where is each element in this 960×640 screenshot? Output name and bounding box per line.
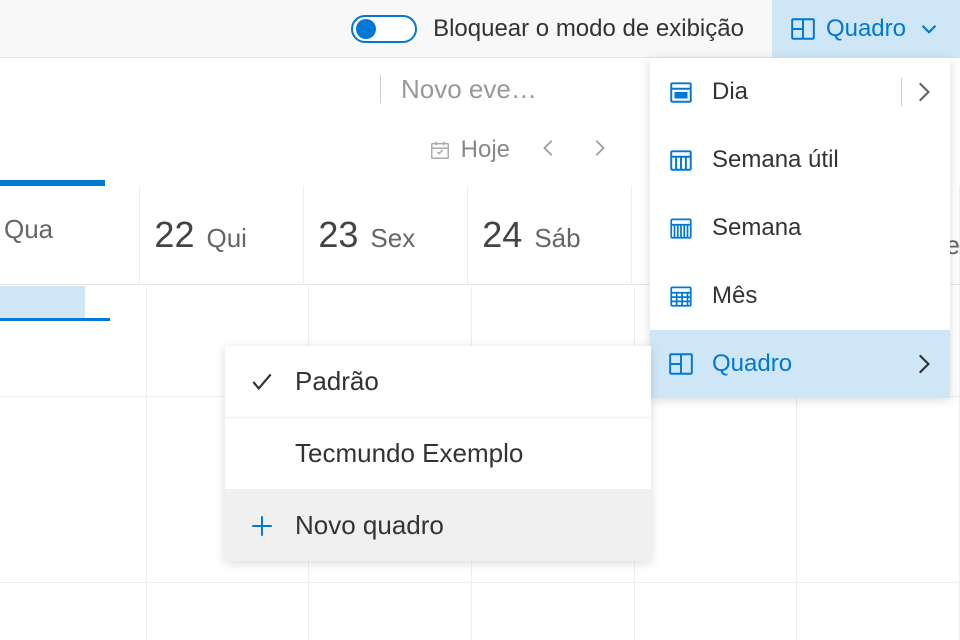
row-line — [635, 582, 797, 583]
submenu-item-example[interactable]: Tecmundo Exemplo — [225, 418, 651, 490]
chevron-down-icon — [916, 16, 942, 42]
today-button[interactable]: Hoje — [429, 136, 510, 164]
day-name: Sex — [370, 223, 415, 254]
plus-icon — [249, 513, 275, 539]
spacer — [249, 441, 275, 467]
view-item-label: Dia — [712, 78, 748, 106]
chevron-right-icon — [910, 351, 936, 377]
arrow-right-icon — [588, 137, 610, 159]
day-name: Qui — [206, 223, 246, 254]
day-num: 22 — [154, 214, 194, 256]
submenu-item-default[interactable]: Padrão — [225, 346, 651, 418]
lock-view-toggle[interactable] — [351, 15, 417, 43]
view-menu: Dia Semana útil Semana — [650, 58, 950, 398]
event-block[interactable] — [0, 286, 85, 318]
divider — [380, 75, 381, 103]
divider — [901, 78, 902, 106]
lock-view-toggle-container: Bloquear o modo de exibição — [351, 15, 744, 43]
board-submenu: Padrão Tecmundo Exemplo Novo quadro — [225, 346, 651, 561]
day-header-fri[interactable]: 23 Sex — [304, 186, 468, 284]
workweek-icon — [668, 147, 694, 173]
chevron-right-icon — [910, 79, 936, 105]
view-item-label: Semana útil — [712, 146, 839, 174]
submenu-label: Novo quadro — [295, 510, 444, 541]
view-item-month[interactable]: Mês — [650, 262, 950, 330]
new-event-label: Novo eve… — [401, 74, 537, 105]
view-item-workweek[interactable]: Semana útil — [650, 126, 950, 194]
day-name: Qua — [4, 214, 53, 245]
row-line — [797, 582, 959, 583]
new-event-button[interactable]: Novo eve… — [380, 74, 537, 105]
month-icon — [668, 283, 694, 309]
toggle-knob — [356, 19, 376, 39]
view-item-board[interactable]: Quadro — [650, 330, 950, 398]
view-item-week[interactable]: Semana — [650, 194, 950, 262]
day-header-sat[interactable]: 24 Sáb — [468, 186, 632, 284]
calendar-col[interactable] — [0, 286, 147, 640]
day-header-wed[interactable]: Qua — [0, 186, 140, 284]
row-line — [0, 396, 146, 397]
prev-arrow[interactable] — [538, 137, 560, 164]
view-item-day[interactable]: Dia — [650, 58, 950, 126]
board-icon — [790, 16, 816, 42]
today-label: Hoje — [461, 136, 510, 164]
arrow-left-icon — [538, 137, 560, 159]
week-icon — [668, 215, 694, 241]
view-mode-button[interactable]: Quadro — [772, 0, 960, 58]
view-item-label: Mês — [712, 282, 757, 310]
view-mode-label: Quadro — [826, 15, 906, 43]
submenu-label: Tecmundo Exemplo — [295, 438, 523, 469]
day-num: 24 — [482, 214, 522, 256]
top-bar: Bloquear o modo de exibição Quadro — [0, 0, 960, 58]
lock-view-label: Bloquear o modo de exibição — [433, 15, 744, 43]
submenu-item-new[interactable]: Novo quadro — [225, 490, 651, 561]
check-icon — [249, 369, 275, 395]
day-num: 23 — [318, 214, 358, 256]
row-line — [0, 582, 146, 583]
row-line — [472, 582, 634, 583]
submenu-label: Padrão — [295, 366, 379, 397]
next-arrow[interactable] — [588, 137, 610, 164]
event-underline — [0, 318, 110, 321]
board-icon — [668, 351, 694, 377]
day-header-thu[interactable]: 22 Qui — [140, 186, 304, 284]
calendar-today-icon — [429, 139, 451, 161]
row-line — [147, 582, 309, 583]
day-name: Sáb — [534, 223, 580, 254]
day-icon — [668, 79, 694, 105]
view-item-label: Semana — [712, 214, 801, 242]
view-item-label: Quadro — [712, 350, 792, 378]
row-line — [309, 582, 471, 583]
